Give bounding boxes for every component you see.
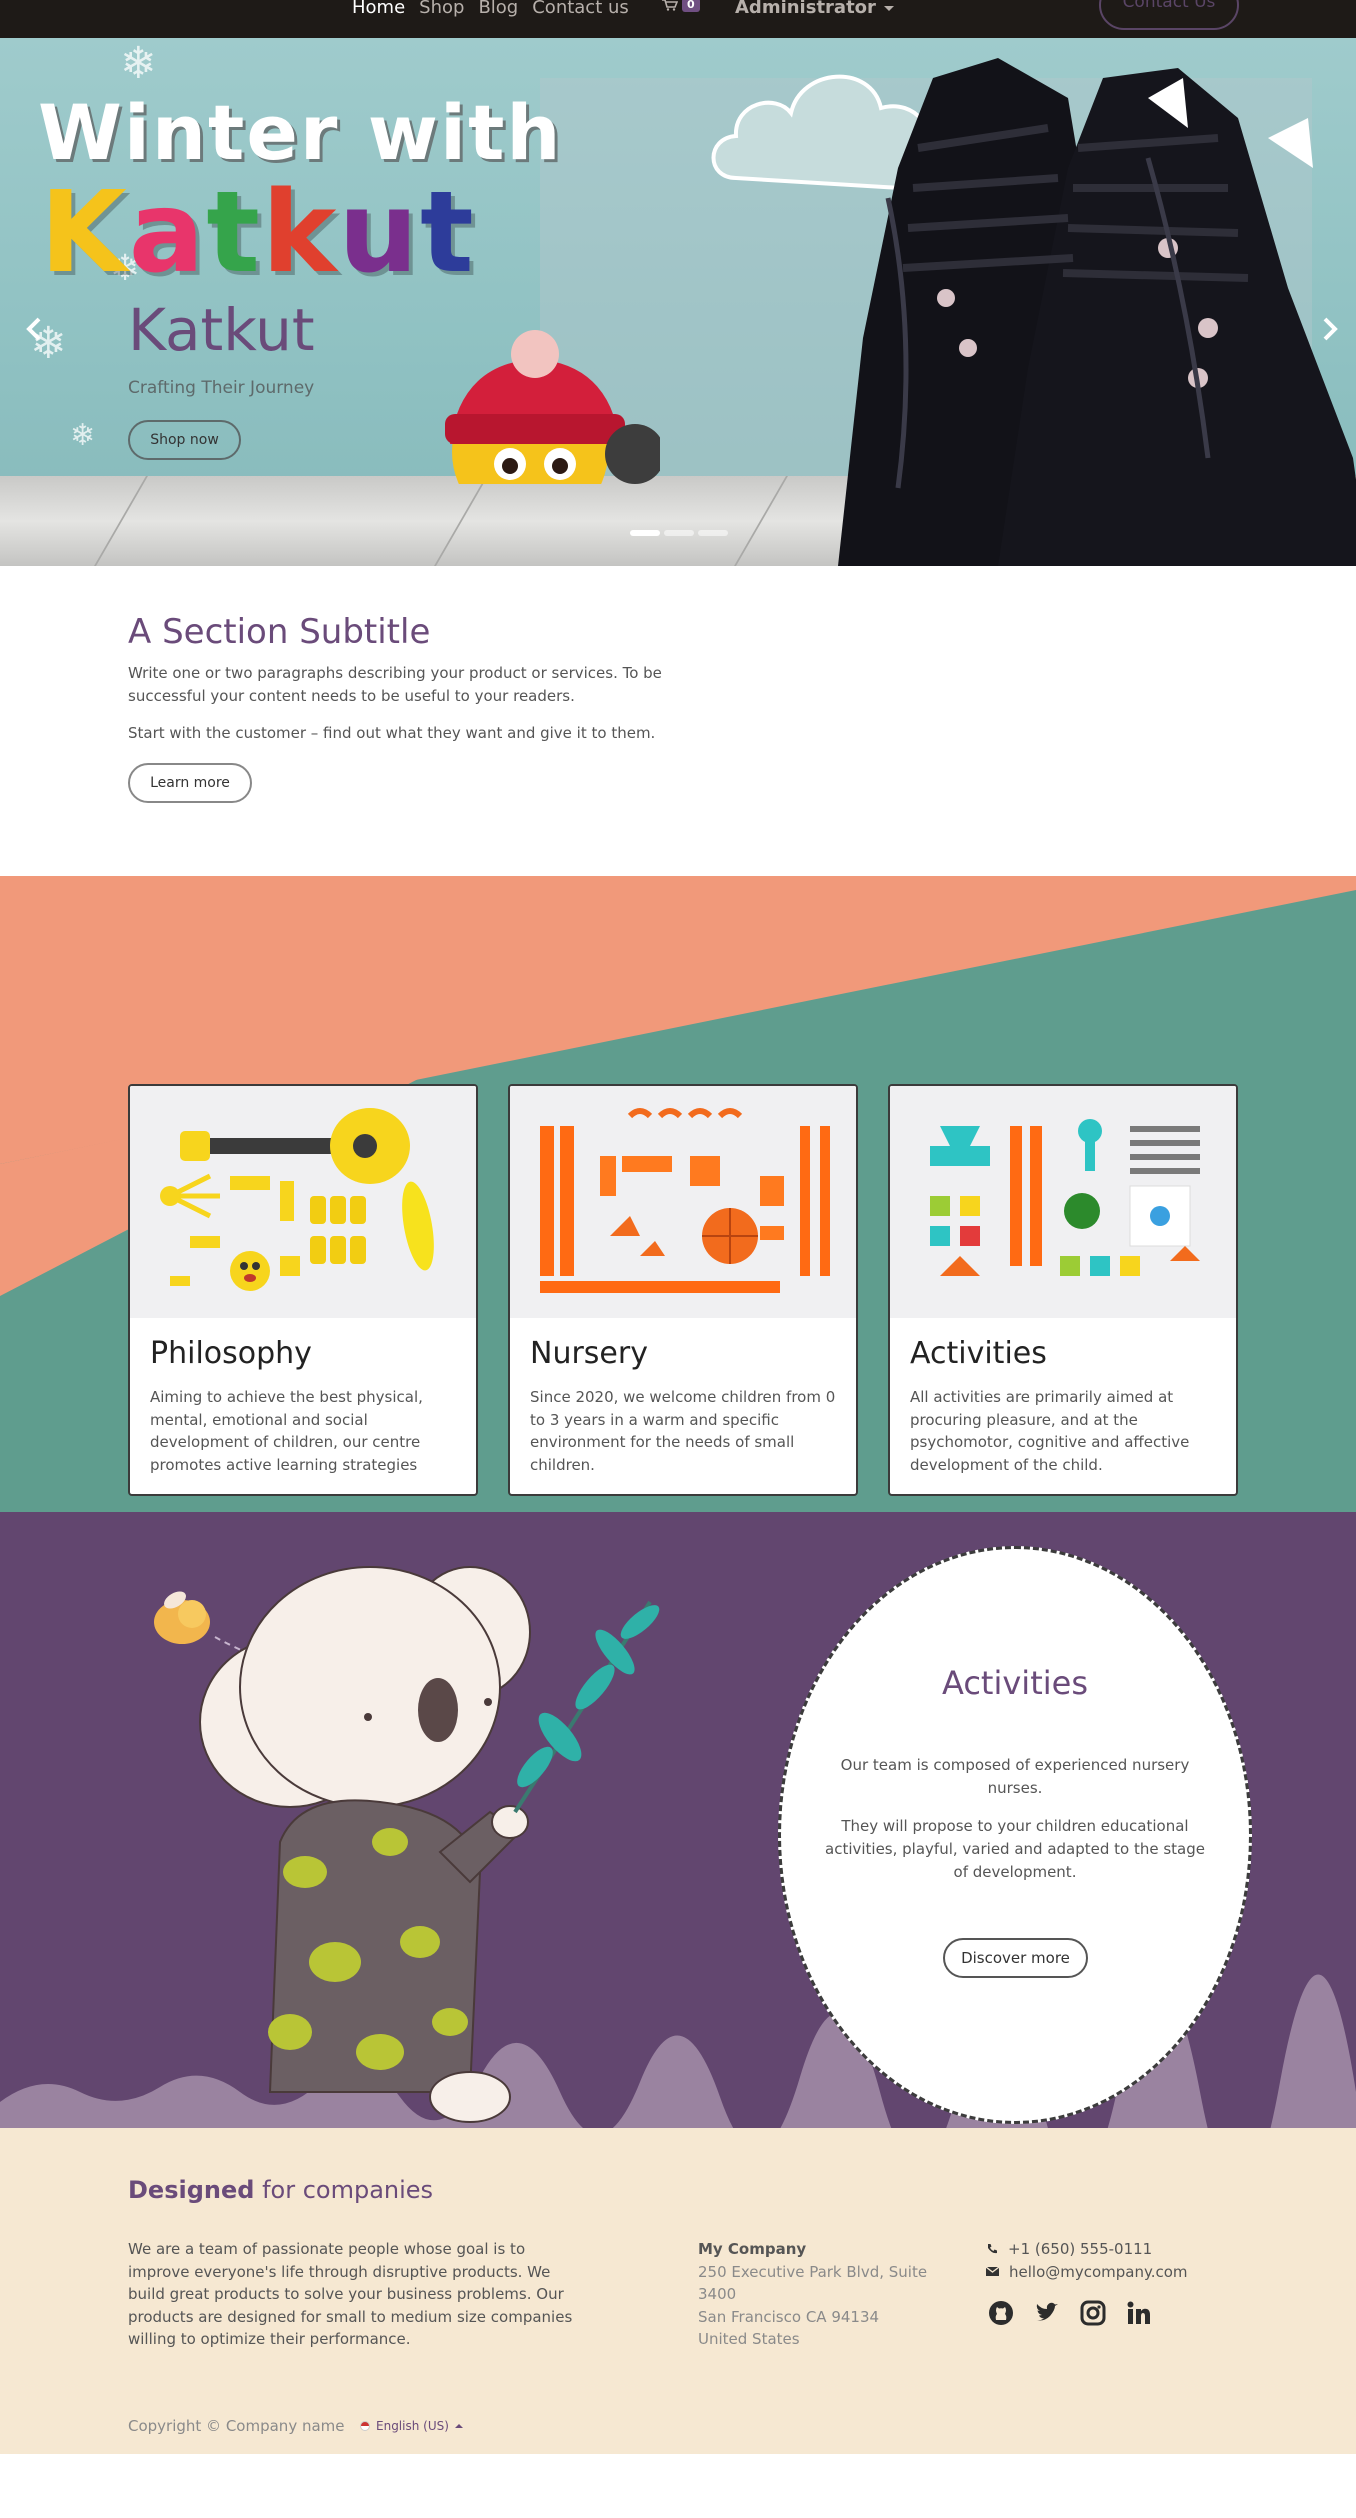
- cart-count-badge: 0: [682, 0, 700, 12]
- nav-link-contact[interactable]: Contact us: [532, 0, 629, 17]
- instagram-icon[interactable]: [1080, 2300, 1106, 2326]
- card-title: Activities: [910, 1336, 1047, 1371]
- section-subtitle: A Section Subtitle: [128, 612, 431, 652]
- card-image-orange-toys: [510, 1086, 856, 1318]
- email-row[interactable]: hello@mycompany.com: [986, 2261, 1188, 2284]
- card-title: Nursery: [530, 1336, 648, 1371]
- envelope-icon: [986, 2266, 999, 2277]
- github-icon[interactable]: [988, 2300, 1014, 2326]
- company-name: My Company: [698, 2240, 807, 2258]
- top-navbar: Home Shop Blog Contact us 0 Administrato…: [0, 0, 1356, 38]
- card-text: Aiming to achieve the best physical, men…: [150, 1388, 423, 1474]
- footer-address: My Company 250 Executive Park Blvd, Suit…: [698, 2238, 938, 2351]
- user-name: Administrator: [735, 0, 876, 18]
- carousel-next-icon[interactable]: [1316, 316, 1342, 342]
- linkedin-icon[interactable]: [1126, 2300, 1152, 2326]
- hero-banner-line1: Winter with: [38, 88, 563, 177]
- phone-number: +1 (650) 555-0111: [1008, 2240, 1153, 2258]
- copyright-text: Copyright © Company name: [128, 2417, 345, 2435]
- carousel-indicator[interactable]: [664, 530, 694, 536]
- nav-link-home[interactable]: Home: [352, 0, 405, 17]
- footer-heading: Designed for companies: [128, 2176, 433, 2204]
- footer-about-text: We are a team of passionate people whose…: [128, 2240, 573, 2348]
- card-title: Philosophy: [150, 1336, 312, 1371]
- cart-link[interactable]: 0: [662, 0, 700, 12]
- discover-more-button[interactable]: Discover more: [943, 1938, 1088, 1978]
- hero-subtitle: Crafting Their Journey: [128, 378, 315, 398]
- footer-contact: +1 (650) 555-0111 hello@mycompany.com: [986, 2238, 1188, 2283]
- nav-link-shop[interactable]: Shop: [419, 0, 464, 17]
- address-line: San Francisco CA 94134: [698, 2307, 880, 2326]
- language-label: English (US): [376, 2419, 449, 2433]
- user-menu[interactable]: Administrator: [735, 0, 894, 18]
- kid-illustration: [445, 330, 660, 484]
- card-image-yellow-toys: [130, 1086, 476, 1318]
- footer-heading-rest: for companies: [254, 2176, 434, 2204]
- intro-paragraph: Write one or two paragraphs describing y…: [128, 664, 662, 705]
- phone-row[interactable]: +1 (650) 555-0111: [986, 2238, 1188, 2261]
- hero-banner-line2: Katkut: [40, 168, 476, 298]
- nav-menu: Home Shop Blog Contact us: [352, 0, 629, 17]
- card-activities[interactable]: Activities All activities are primarily …: [888, 1084, 1238, 1496]
- card-image-colorful-toys: [890, 1086, 1236, 1318]
- boots-image: [838, 58, 1356, 566]
- carousel-prev-icon[interactable]: [22, 316, 48, 342]
- social-links: [988, 2300, 1152, 2326]
- footer-heading-bold: Designed: [128, 2176, 255, 2204]
- intro-paragraph: Start with the customer – find out what …: [128, 724, 656, 742]
- snowflake-icon: ❄: [120, 38, 157, 89]
- carousel-indicators: [630, 530, 728, 536]
- chevron-down-icon: [883, 5, 894, 11]
- hero-carousel: ❄ ❄ ❄ ❄ Winter with Katkut Katkut Crafti…: [0, 38, 1356, 566]
- address-line: United States: [698, 2330, 800, 2348]
- flag-icon: [360, 2421, 370, 2431]
- phone-icon: [988, 2244, 997, 2254]
- activities-title: Activities: [942, 1664, 1088, 1702]
- caret-up-icon: [454, 2424, 463, 2428]
- card-text: Since 2020, we welcome children from 0 t…: [530, 1388, 836, 1474]
- card-text: All activities are primarily aimed at pr…: [910, 1388, 1190, 1474]
- card-philosophy[interactable]: Philosophy Aiming to achieve the best ph…: [128, 1084, 478, 1496]
- activities-paragraph: They will propose to your children educa…: [825, 1817, 1205, 1881]
- twitter-icon[interactable]: [1034, 2300, 1060, 2326]
- shop-now-button[interactable]: Shop now: [128, 420, 241, 460]
- nav-link-blog[interactable]: Blog: [478, 0, 518, 17]
- carousel-indicator[interactable]: [630, 530, 660, 536]
- cart-icon: [662, 0, 678, 11]
- learn-more-button[interactable]: Learn more: [128, 763, 252, 803]
- hero-title: Katkut: [128, 296, 315, 364]
- activities-paragraph: Our team is composed of experienced nurs…: [840, 1756, 1190, 1797]
- address-line: 250 Executive Park Blvd, Suite 3400: [698, 2262, 928, 2304]
- card-nursery[interactable]: Nursery Since 2020, we welcome children …: [508, 1084, 858, 1496]
- contact-us-button[interactable]: Contact Us: [1099, 0, 1239, 30]
- email-address: hello@mycompany.com: [1009, 2262, 1188, 2281]
- language-selector[interactable]: English (US): [360, 2419, 463, 2433]
- carousel-indicator[interactable]: [698, 530, 728, 536]
- snowflake-icon: ❄: [70, 418, 96, 453]
